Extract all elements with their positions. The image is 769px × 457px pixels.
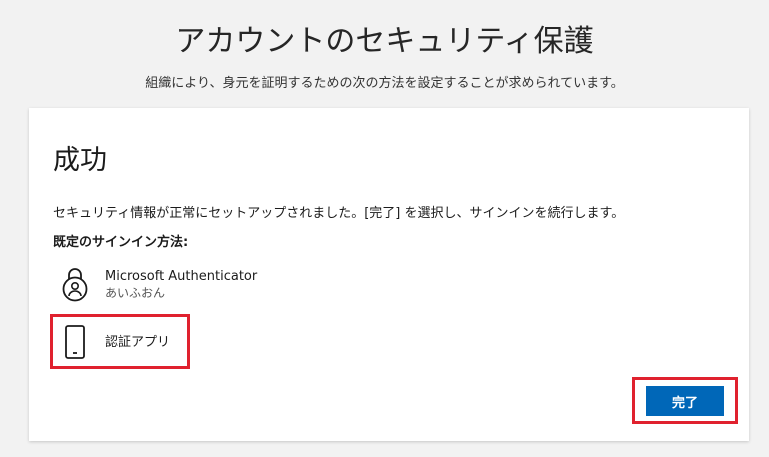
method-name: 認証アプリ [105, 334, 171, 350]
authenticator-lock-icon [53, 264, 97, 304]
page-subtitle: 組織により、身元を証明するための次の方法を設定することが求められています。 [145, 76, 624, 91]
method-detail: あいふおん [105, 285, 166, 300]
success-message: セキュリティ情報が正常にセットアップされました。[完了] を選択し、サインインを… [53, 206, 625, 221]
phone-icon [53, 322, 97, 362]
done-button[interactable]: 完了 [646, 386, 724, 416]
page-title: アカウントのセキュリティ保護 [175, 24, 594, 59]
success-card: 成功 セキュリティ情報が正常にセットアップされました。[完了] を選択し、サイン… [29, 108, 749, 441]
method-authenticator: Microsoft Authenticator あいふおん [53, 264, 257, 304]
method-auth-app: 認証アプリ [53, 322, 170, 362]
method-name: Microsoft Authenticator [105, 268, 258, 284]
card-title: 成功 [53, 145, 107, 176]
default-method-label: 既定のサインイン方法: [53, 235, 189, 250]
